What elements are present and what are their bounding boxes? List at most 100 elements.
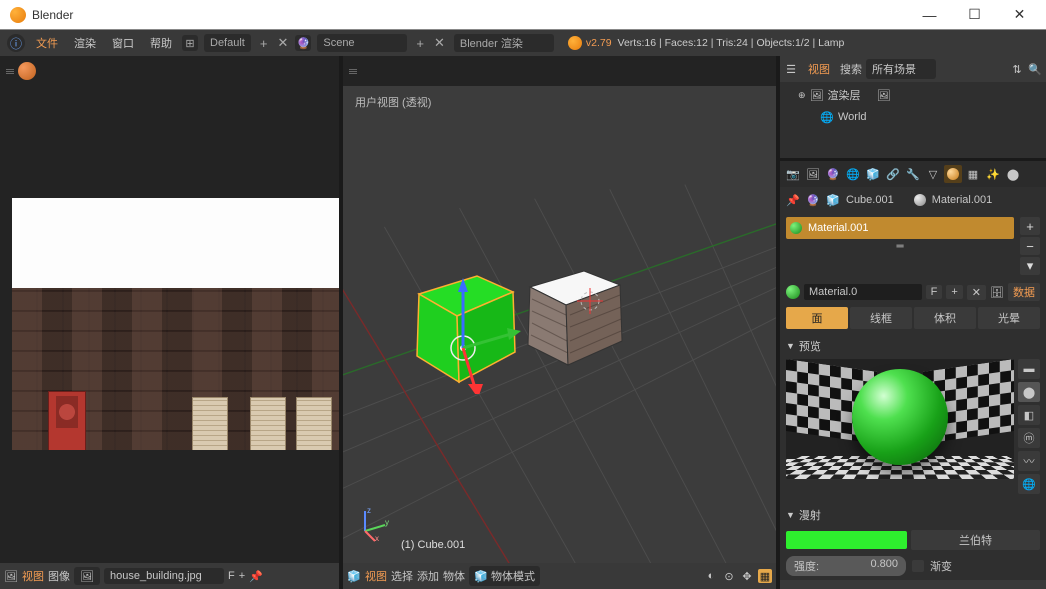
- outliner-display-mode[interactable]: 所有场景: [866, 59, 936, 79]
- v3d-header-bottom: 🧊 视图 选择 添加 物体 🧊 物体模式 ◐ ⊙ ✥ ▦: [343, 563, 776, 589]
- menu-file[interactable]: 文件: [28, 35, 66, 51]
- mat-tab-volume[interactable]: 体积: [914, 307, 976, 329]
- v3d-pivot-icon[interactable]: ⊙: [722, 569, 736, 583]
- tab-material-icon[interactable]: [944, 165, 962, 183]
- mode-dropdown[interactable]: 🧊 物体模式: [469, 566, 540, 586]
- outliner-menu-search[interactable]: 搜索: [840, 61, 862, 77]
- mat-tab-halo[interactable]: 光晕: [978, 307, 1040, 329]
- slot-remove-button[interactable]: −: [1020, 237, 1040, 255]
- mat-tab-surface[interactable]: 面: [786, 307, 848, 329]
- area-corner-grab[interactable]: [6, 69, 14, 74]
- tab-physics-icon[interactable]: ⬤: [1004, 165, 1022, 183]
- v3d-menu-view[interactable]: 视图: [365, 568, 387, 584]
- outliner-menu-view[interactable]: 视图: [802, 61, 836, 77]
- preview-hair-icon[interactable]: 〰: [1018, 451, 1040, 471]
- screen-layout-browse-icon[interactable]: ⊞: [182, 35, 198, 51]
- material-link-dropdown[interactable]: 数据: [1008, 283, 1040, 301]
- material-context-tabs: 面 线框 体积 光晕: [780, 305, 1046, 331]
- outliner-tree[interactable]: ⊕ 🖼 渲染层 🖼 🌐 World: [780, 82, 1046, 158]
- material-name-field[interactable]: Material.0: [804, 284, 922, 300]
- diffuse-header[interactable]: 漫射: [786, 504, 1040, 526]
- v3d-layers-icon[interactable]: ▦: [758, 569, 772, 583]
- v3d-manipulator-icon[interactable]: ✥: [740, 569, 754, 583]
- preview-monkey-icon[interactable]: ⓜ: [1018, 428, 1040, 448]
- uv-menu-view[interactable]: 视图: [22, 568, 44, 584]
- material-ball-icon[interactable]: [786, 285, 800, 299]
- editor-type-info-icon[interactable]: ⓘ: [7, 34, 25, 52]
- image-add-button[interactable]: +: [239, 570, 245, 582]
- tab-world-icon[interactable]: 🌐: [844, 165, 862, 183]
- diffuse-row: 兰伯特: [780, 528, 1046, 552]
- tab-texture-icon[interactable]: ▦: [964, 165, 982, 183]
- preview-sphere-icon[interactable]: ⬤: [1018, 382, 1040, 402]
- diffuse-color-swatch[interactable]: [786, 531, 907, 549]
- tab-data-icon[interactable]: ▽: [924, 165, 942, 183]
- tab-constraints-icon[interactable]: 🔗: [884, 165, 902, 183]
- tab-particles-icon[interactable]: ✨: [984, 165, 1002, 183]
- properties-tabs: 📷 🖼 🔮 🌐 🧊 🔗 🔧 ▽ ▦ ✨ ⬤: [780, 161, 1046, 187]
- screen-layout-delete-button[interactable]: ✕: [272, 35, 293, 51]
- image-fake-user[interactable]: F: [228, 570, 235, 582]
- v3d-shading-icon[interactable]: ◐: [704, 569, 718, 583]
- uv-canvas[interactable]: [0, 86, 339, 563]
- v3d-menu-add[interactable]: 添加: [417, 568, 439, 584]
- v3d-menu-select[interactable]: 选择: [391, 568, 413, 584]
- diffuse-intensity-field[interactable]: 强度: 0.800: [786, 556, 906, 576]
- material-add-button[interactable]: +: [946, 285, 962, 299]
- tree-row-world[interactable]: 🌐 World: [784, 106, 1042, 128]
- outliner-search-icon[interactable]: 🔍: [1028, 62, 1042, 76]
- image-pin-icon[interactable]: 📌: [249, 569, 263, 583]
- scene-name[interactable]: Scene: [317, 34, 407, 52]
- breadcrumb-cube-label[interactable]: Cube.001: [846, 194, 894, 206]
- tab-render-icon[interactable]: 📷: [784, 165, 802, 183]
- editor-type-uv-icon[interactable]: [18, 62, 36, 80]
- editor-type-uv-icon-bottom[interactable]: 🖼: [4, 569, 18, 583]
- scene-delete-button[interactable]: ✕: [429, 35, 450, 51]
- slot-specials-button[interactable]: ▾: [1020, 257, 1040, 275]
- tab-modifiers-icon[interactable]: 🔧: [904, 165, 922, 183]
- 3d-view-canvas[interactable]: 用户视图 (透视): [343, 86, 776, 563]
- menu-render[interactable]: 渲染: [66, 35, 104, 51]
- screen-layout-name[interactable]: Default: [204, 34, 251, 52]
- tab-scene-icon[interactable]: 🔮: [824, 165, 842, 183]
- diffuse-ramp-checkbox[interactable]: [912, 560, 924, 572]
- svg-text:x: x: [375, 534, 379, 543]
- slot-drag-handle[interactable]: ═: [786, 241, 1014, 252]
- image-browse-button[interactable]: 🖼: [74, 567, 100, 585]
- scene-browse-icon[interactable]: 🔮: [295, 35, 311, 51]
- tab-object-icon[interactable]: 🧊: [864, 165, 882, 183]
- nodes-toggle-icon[interactable]: 🗄: [990, 285, 1004, 299]
- render-engine-dropdown[interactable]: Blender 渲染: [454, 34, 554, 52]
- menu-help[interactable]: 帮助: [142, 35, 180, 51]
- material-slot-list[interactable]: Material.001 ═: [786, 217, 1014, 252]
- tab-renderlayers-icon[interactable]: 🖼: [804, 165, 822, 183]
- area-corner-grab[interactable]: [349, 69, 357, 74]
- menu-window[interactable]: 窗口: [104, 35, 142, 51]
- preview-header[interactable]: 预览: [786, 335, 1040, 357]
- mat-tab-wire[interactable]: 线框: [850, 307, 912, 329]
- minimize-button[interactable]: —: [907, 1, 952, 29]
- image-name-field[interactable]: house_building.jpg: [104, 568, 224, 584]
- close-button[interactable]: ✕: [997, 1, 1042, 29]
- outliner-filter-icon[interactable]: ⇅: [1010, 62, 1024, 76]
- material-unlink-button[interactable]: ✕: [967, 285, 986, 300]
- editor-type-outliner-icon[interactable]: ☰: [784, 62, 798, 76]
- tree-row-renderlayers[interactable]: ⊕ 🖼 渲染层 🖼: [784, 84, 1042, 106]
- preview-cube-icon[interactable]: ◧: [1018, 405, 1040, 425]
- screen-layout-add-button[interactable]: +: [255, 36, 273, 51]
- cube-brick[interactable]: [518, 261, 628, 361]
- maximize-button[interactable]: ☐: [952, 1, 997, 29]
- pin-icon[interactable]: 📌: [786, 193, 800, 207]
- breadcrumb-mat-label[interactable]: Material.001: [932, 194, 993, 206]
- preview-worldsphere-icon[interactable]: 🌐: [1018, 474, 1040, 494]
- material-fakeuser-button[interactable]: F: [926, 285, 943, 299]
- editor-type-3dview-icon[interactable]: 🧊: [347, 569, 361, 583]
- v3d-menu-object[interactable]: 物体: [443, 568, 465, 584]
- material-slot-active[interactable]: Material.001: [786, 217, 1014, 239]
- scene-add-button[interactable]: +: [411, 36, 429, 51]
- preview-flat-icon[interactable]: ▬: [1018, 359, 1040, 379]
- diffuse-shader-dropdown[interactable]: 兰伯特: [911, 530, 1040, 550]
- uv-menu-image[interactable]: 图像: [48, 568, 70, 584]
- cube-green-selected[interactable]: [409, 264, 519, 364]
- slot-add-button[interactable]: +: [1020, 217, 1040, 235]
